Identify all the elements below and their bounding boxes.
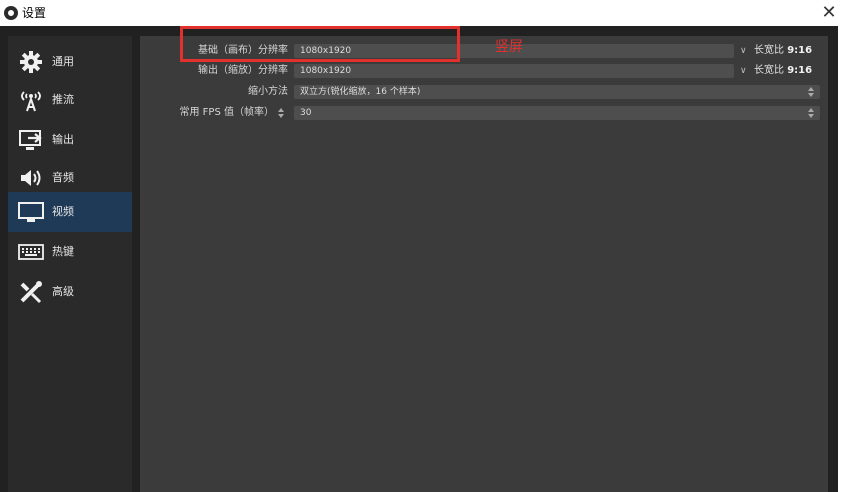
select-arrows-icon	[276, 106, 286, 120]
sidebar-item-advanced[interactable]: 高级	[8, 272, 132, 312]
select-arrows-icon	[806, 85, 816, 99]
sidebar-item-label: 高级	[52, 285, 74, 298]
base-aspect-ratio: 长宽比 9:16	[754, 44, 812, 58]
sidebar-item-label: 通用	[52, 55, 74, 68]
fps-type-label: 常用 FPS 值（帧率）	[179, 107, 275, 118]
settings-sidebar: 通用 推流 输出 音频 视频 热键 高级	[8, 36, 132, 492]
aspect-ratio-label: 长宽比	[754, 65, 784, 76]
sidebar-item-stream[interactable]: 推流	[8, 80, 132, 120]
close-button[interactable]: ✕	[817, 1, 841, 25]
sidebar-item-label: 热键	[52, 245, 74, 258]
sidebar-item-general[interactable]: 通用	[8, 42, 132, 82]
output-resolution-value: 1080x1920	[300, 66, 352, 76]
downscale-filter-value: 双立方(锐化缩放，16 个样本)	[300, 87, 421, 97]
video-settings-panel: 基础（画布）分辨率 1080x1920 ∨ 长宽比 9:16 输出（缩放）分辨率…	[140, 36, 828, 492]
aspect-ratio-label: 长宽比	[754, 45, 784, 56]
annotation-highlight-box	[180, 26, 460, 62]
sidebar-item-video[interactable]: 视频	[8, 192, 132, 232]
sidebar-item-output[interactable]: 输出	[8, 120, 132, 160]
tools-icon	[20, 281, 42, 304]
output-resolution-label: 输出（缩放）分辨率	[198, 65, 288, 76]
keyboard-icon	[18, 244, 44, 260]
chevron-down-icon[interactable]: ∨	[740, 45, 747, 57]
annotation-text: 竖屏	[495, 39, 523, 55]
speaker-icon	[21, 170, 41, 186]
sidebar-item-label: 视频	[52, 205, 74, 218]
window-title: 设置	[22, 6, 47, 20]
aspect-ratio-value: 9:16	[787, 45, 813, 56]
monitor-icon	[18, 202, 44, 222]
gear-icon	[20, 51, 42, 73]
sidebar-item-label: 音频	[52, 171, 74, 184]
downscale-filter-select[interactable]: 双立方(锐化缩放，16 个样本)	[294, 85, 820, 99]
sidebar-item-hotkeys[interactable]: 热键	[8, 232, 132, 272]
fps-value: 30	[300, 108, 312, 118]
fps-value-select[interactable]: 30	[294, 106, 820, 120]
output-resolution-combobox[interactable]: 1080x1920	[294, 64, 734, 78]
output-aspect-ratio: 长宽比 9:16	[754, 64, 812, 78]
sidebar-item-label: 输出	[52, 133, 74, 146]
sidebar-item-label: 推流	[52, 93, 74, 106]
select-arrows-icon	[806, 106, 816, 120]
downscale-filter-label: 缩小方法	[248, 86, 288, 97]
output-icon	[19, 130, 42, 150]
window-edge	[838, 26, 849, 492]
chevron-down-icon[interactable]: ∨	[740, 65, 747, 77]
title-bar: 设置 ✕	[0, 0, 849, 26]
settings-window: 通用 推流 输出 音频 视频 热键 高级 基础（画布）分辨率 1080x1920…	[0, 26, 849, 492]
app-logo-icon	[4, 6, 18, 20]
fps-type-selector[interactable]: 常用 FPS 值（帧率）	[170, 106, 288, 120]
aspect-ratio-value: 9:16	[787, 65, 813, 76]
antenna-icon	[21, 91, 41, 112]
